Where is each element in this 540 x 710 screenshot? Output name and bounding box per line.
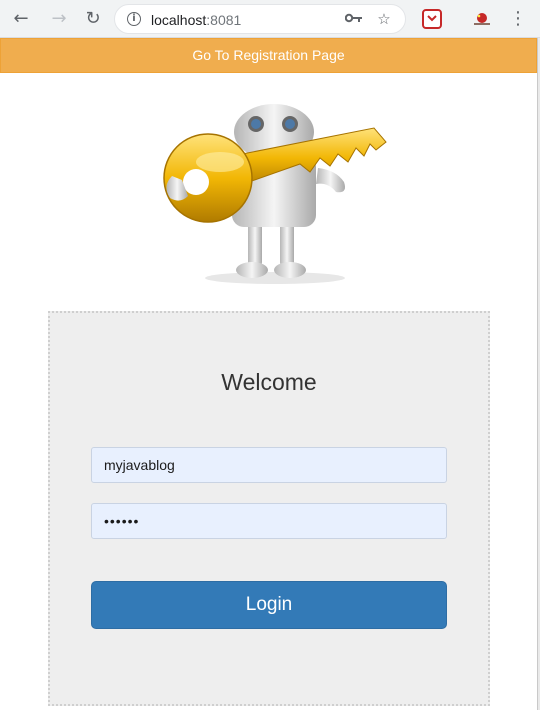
url-text: localhost:8081 bbox=[151, 12, 241, 28]
registration-link[interactable]: Go To Registration Page bbox=[0, 38, 537, 73]
url-host: localhost bbox=[151, 12, 207, 28]
extension-icon[interactable] bbox=[470, 7, 494, 31]
login-button[interactable]: Login bbox=[91, 581, 447, 629]
reload-icon[interactable]: ↻ bbox=[80, 6, 106, 32]
back-arrow-icon[interactable]: ← bbox=[8, 6, 34, 32]
login-form: Welcome Login bbox=[48, 311, 490, 706]
url-port: :8081 bbox=[206, 12, 242, 28]
address-bar[interactable]: i localhost:8081 ☆ bbox=[114, 4, 406, 34]
username-input[interactable] bbox=[91, 447, 447, 483]
star-icon[interactable]: ☆ bbox=[373, 8, 395, 30]
forward-arrow-icon[interactable]: → bbox=[46, 6, 72, 32]
welcome-title: Welcome bbox=[221, 369, 317, 395]
password-input[interactable] bbox=[91, 503, 447, 539]
info-icon[interactable]: i bbox=[127, 12, 141, 26]
browser-toolbar: ← → ↻ i localhost:8081 ☆ ⋮ bbox=[0, 0, 540, 38]
robot-key-image bbox=[160, 100, 390, 290]
menu-dots-icon[interactable]: ⋮ bbox=[508, 6, 528, 32]
pocket-icon[interactable] bbox=[420, 7, 444, 31]
key-icon[interactable] bbox=[343, 8, 365, 30]
